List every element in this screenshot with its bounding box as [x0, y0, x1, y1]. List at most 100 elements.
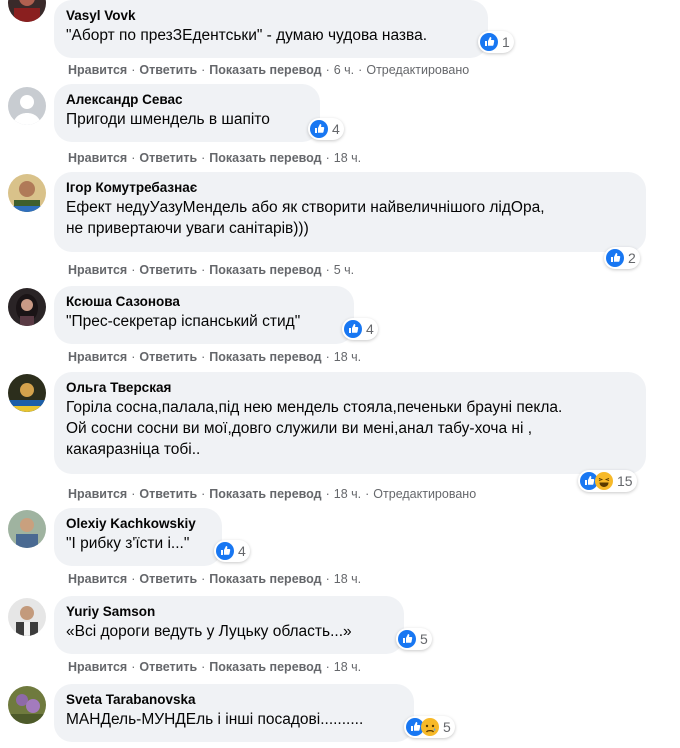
comment-text: Ой сосни сосни ви мої,довго служили ви м… [66, 420, 533, 437]
avatar[interactable] [8, 510, 46, 548]
comment-author[interactable]: Yuriy Samson [66, 603, 392, 621]
comment-author[interactable]: Ксюша Сазонова [66, 293, 342, 311]
comment-time[interactable]: 18 ч. [334, 487, 361, 501]
reply-button[interactable]: Ответить [139, 487, 197, 501]
comment-author[interactable]: Vasyl Vovk [66, 7, 476, 25]
comment-author[interactable]: Olexiy Kachkowskiy [66, 515, 210, 533]
comment-author[interactable]: Ігор Комутребазнає [66, 179, 634, 197]
reaction-summary[interactable]: 2 [604, 247, 640, 269]
avatar-photo-icon [8, 686, 46, 724]
reaction-count: 5 [443, 719, 451, 735]
default-avatar-icon [8, 87, 46, 125]
reaction-count: 15 [617, 473, 633, 489]
reply-button[interactable]: Ответить [139, 263, 197, 277]
reaction-count: 4 [366, 321, 374, 337]
avatar[interactable] [8, 87, 46, 125]
reply-button[interactable]: Ответить [139, 350, 197, 364]
comment-text: МАНДель-МУНДЕль і інші посадові.........… [66, 711, 364, 728]
reaction-count: 2 [628, 250, 636, 266]
comment-actions: Нравится · Ответить · Показать перевод · 18 ч. [68, 150, 361, 166]
translate-button[interactable]: Показать перевод [209, 151, 321, 165]
comment-time[interactable]: 18 ч. [334, 151, 361, 165]
separator: · [131, 660, 136, 674]
translate-button[interactable]: Показать перевод [209, 350, 321, 364]
separator: · [325, 263, 330, 277]
translate-button[interactable]: Показать перевод [209, 572, 321, 586]
comment: Ксюша Сазонова "Прес-секретар іспанський… [0, 286, 680, 368]
like-button[interactable]: Нравится [68, 487, 127, 501]
separator: · [325, 151, 330, 165]
separator: · [131, 350, 136, 364]
translate-button[interactable]: Показать перевод [209, 487, 321, 501]
avatar-photo-icon [8, 510, 46, 548]
avatar[interactable] [8, 288, 46, 326]
translate-button[interactable]: Показать перевод [209, 263, 321, 277]
reaction-summary[interactable]: 5 [404, 716, 455, 738]
comment-time[interactable]: 18 ч. [334, 350, 361, 364]
reply-button[interactable]: Ответить [139, 660, 197, 674]
comment-author[interactable]: Sveta Tarabanovska [66, 691, 402, 709]
like-button[interactable]: Нравится [68, 151, 127, 165]
comment-text: «Всі дороги ведуть у Луцьку область...» [66, 623, 352, 640]
haha-icon [595, 472, 613, 490]
reaction-summary[interactable]: 5 [396, 628, 432, 650]
avatar[interactable] [8, 0, 46, 22]
separator: · [131, 151, 136, 165]
like-icon [344, 320, 362, 338]
separator: · [325, 350, 330, 364]
comment-time[interactable]: 6 ч. [334, 63, 354, 77]
avatar-photo-icon [8, 598, 46, 636]
reply-button[interactable]: Ответить [139, 572, 197, 586]
reaction-summary[interactable]: 15 [578, 470, 637, 492]
separator: · [201, 572, 206, 586]
sad-icon [421, 718, 439, 736]
reaction-summary[interactable]: 1 [478, 31, 514, 53]
comment-bubble: Olexiy Kachkowskiy "І рибку з'їсти і..." [54, 508, 222, 566]
avatar[interactable] [8, 598, 46, 636]
separator: · [358, 63, 363, 77]
like-icon [398, 630, 416, 648]
comment: Vasyl Vovk "Аборт по презЗЕдентськи" - д… [0, 0, 680, 82]
like-button[interactable]: Нравится [68, 572, 127, 586]
comment-bubble: Yuriy Samson «Всі дороги ведуть у Луцьку… [54, 596, 404, 654]
avatar-photo-icon [8, 174, 46, 212]
comment-actions: Нравится · Ответить · Показать перевод · 18 ч. [68, 349, 361, 365]
like-button[interactable]: Нравится [68, 350, 127, 364]
reaction-summary[interactable]: 4 [214, 540, 250, 562]
translate-button[interactable]: Показать перевод [209, 660, 321, 674]
avatar-photo-icon [8, 0, 46, 22]
comment-time[interactable]: 18 ч. [334, 572, 361, 586]
comment-text: какаяразніца тобі.. [66, 441, 201, 458]
like-button[interactable]: Нравится [68, 263, 127, 277]
comment-actions: Нравится · Ответить · Показать перевод · 18 ч.… [68, 486, 476, 502]
like-button[interactable]: Нравится [68, 63, 127, 77]
separator: · [201, 63, 206, 77]
reply-button[interactable]: Ответить [139, 151, 197, 165]
avatar-photo-icon [8, 374, 46, 412]
avatar[interactable] [8, 686, 46, 724]
comment-text: Горіла сосна,палала,під нею мендель стоя… [66, 399, 563, 416]
like-icon [216, 542, 234, 560]
comment-text: "Прес-секретар іспанський стид" [66, 313, 301, 330]
comment-author[interactable]: Ольга Тверская [66, 379, 634, 397]
comment-author[interactable]: Александр Севас [66, 91, 308, 109]
comment-time[interactable]: 5 ч. [334, 263, 354, 277]
reply-button[interactable]: Ответить [139, 63, 197, 77]
avatar[interactable] [8, 174, 46, 212]
comment-actions: Нравится · Ответить · Показать перевод · 18 ч. [68, 571, 361, 587]
separator: · [201, 263, 206, 277]
reaction-summary[interactable]: 4 [308, 118, 344, 140]
translate-button[interactable]: Показать перевод [209, 63, 321, 77]
comment: Ольга Тверская Горіла сосна,палала,під н… [0, 372, 680, 504]
reaction-count: 1 [502, 34, 510, 50]
avatar[interactable] [8, 374, 46, 412]
comment-text: Пригоди шмендель в шапіто [66, 111, 270, 128]
reaction-summary[interactable]: 4 [342, 318, 378, 340]
like-button[interactable]: Нравится [68, 660, 127, 674]
comment: Olexiy Kachkowskiy "І рибку з'їсти і..."… [0, 508, 680, 590]
comment-time[interactable]: 18 ч. [334, 660, 361, 674]
comment-bubble: Ігор Комутребазнає Ефект недуУазуМендель… [54, 172, 646, 252]
comment-text: "І рибку з'їсти і..." [66, 535, 190, 552]
reaction-count: 4 [332, 121, 340, 137]
like-icon [606, 249, 624, 267]
